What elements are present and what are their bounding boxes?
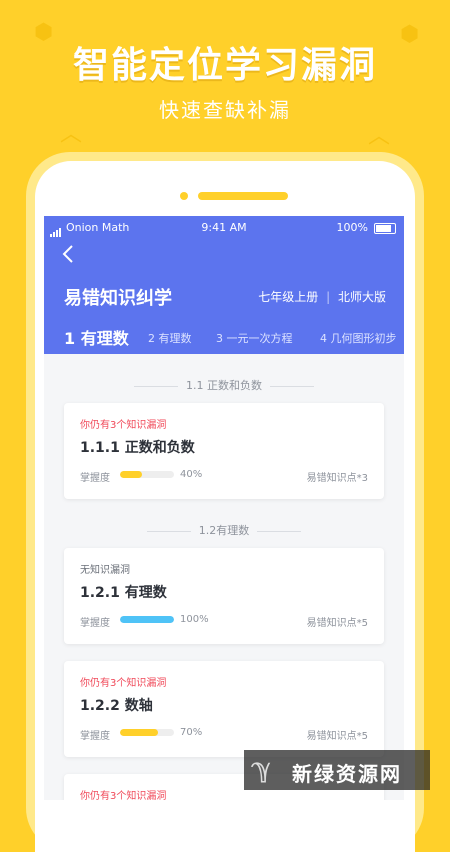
card-title: 1.2.2 数轴 [80,698,153,714]
tab-chapter-1[interactable]: 1 有理数 [64,325,129,348]
error-points: 易错知识点*5 [306,731,368,742]
grade-label: 七年级上册 [258,290,319,304]
divider [270,385,314,387]
battery-icon [374,223,396,234]
app-screen: Onion Math 9:41 AM 100% 易错知识纠学 七年级上册 | 北… [44,216,404,800]
tab-chapter-3[interactable]: 3 一元一次方程 [216,330,293,346]
mastery-label: 掌握度 [80,618,110,629]
watermark-logo-icon: ℽ [252,754,272,784]
gap-alert: 你仍有3个知识漏洞 [80,678,167,689]
section-label: 1.1 正数和负数 [186,379,262,392]
grade-edition[interactable]: 七年级上册 | 北师大版 [258,288,386,305]
knowledge-card[interactable]: 无知识漏洞 1.2.1 有理数 掌握度 100% 易错知识点*5 [64,548,384,644]
watermark-text: 新绿资源网 [292,762,402,786]
battery-percent: 100% [336,221,368,234]
section-header: 1.2有理数 [44,522,404,538]
mastery-bar-fill [120,616,174,623]
gap-alert: 你仍有3个知识漏洞 [80,420,167,431]
mastery-label: 掌握度 [80,731,110,742]
mastery-percent: 100% [180,614,209,625]
mastery-percent: 70% [180,727,203,738]
gap-alert: 无知识漏洞 [80,565,130,576]
tab-chapter-2[interactable]: 2 有理数 [148,330,192,346]
speaker-bar [198,192,288,200]
mastery-percent: 40% [180,469,203,480]
edition-label: 北师大版 [337,290,386,304]
chevron-left-icon[interactable] [62,244,74,268]
mastery-bar-fill [120,729,158,736]
page-title: 易错知识纠学 [64,288,172,309]
watermark: ℽ 新绿资源网 [244,750,430,790]
divider [134,385,178,387]
mastery-bar [120,616,174,623]
divider [146,530,191,532]
gap-alert: 你仍有3个知识漏洞 [80,791,167,800]
section-header: 1.1 正数和负数 [44,377,404,393]
mastery-bar [120,729,174,736]
mastery-label: 掌握度 [80,473,110,484]
mastery-bar-fill [120,471,142,478]
app-header: Onion Math 9:41 AM 100% 易错知识纠学 七年级上册 | 北… [44,216,404,354]
chapter-tabs: 1 有理数 2 有理数 3 一元一次方程 4 几何图形初步 [44,324,404,348]
camera-dot [180,192,188,200]
knowledge-card[interactable]: 你仍有3个知识漏洞 1.1.1 正数和负数 掌握度 40% 易错知识点*3 [64,403,384,499]
error-points: 易错知识点*5 [306,618,368,629]
promo-headline: 智能定位学习漏洞 [72,45,377,86]
section-label: 1.2有理数 [198,524,250,537]
status-bar: Onion Math 9:41 AM 100% [44,220,404,238]
grade-separator: | [326,290,331,304]
promo-subline: 快速查缺补漏 [159,98,291,122]
knowledge-card[interactable]: 你仍有3个知识漏洞 1.2.2 数轴 掌握度 70% 易错知识点*5 [64,661,384,757]
card-title: 1.2.1 有理数 [80,585,167,601]
divider [257,530,302,532]
tab-chapter-4[interactable]: 4 几何图形初步 [320,330,397,346]
mastery-bar [120,471,174,478]
error-points: 易错知识点*3 [306,473,368,484]
card-title: 1.1.1 正数和负数 [80,440,195,456]
